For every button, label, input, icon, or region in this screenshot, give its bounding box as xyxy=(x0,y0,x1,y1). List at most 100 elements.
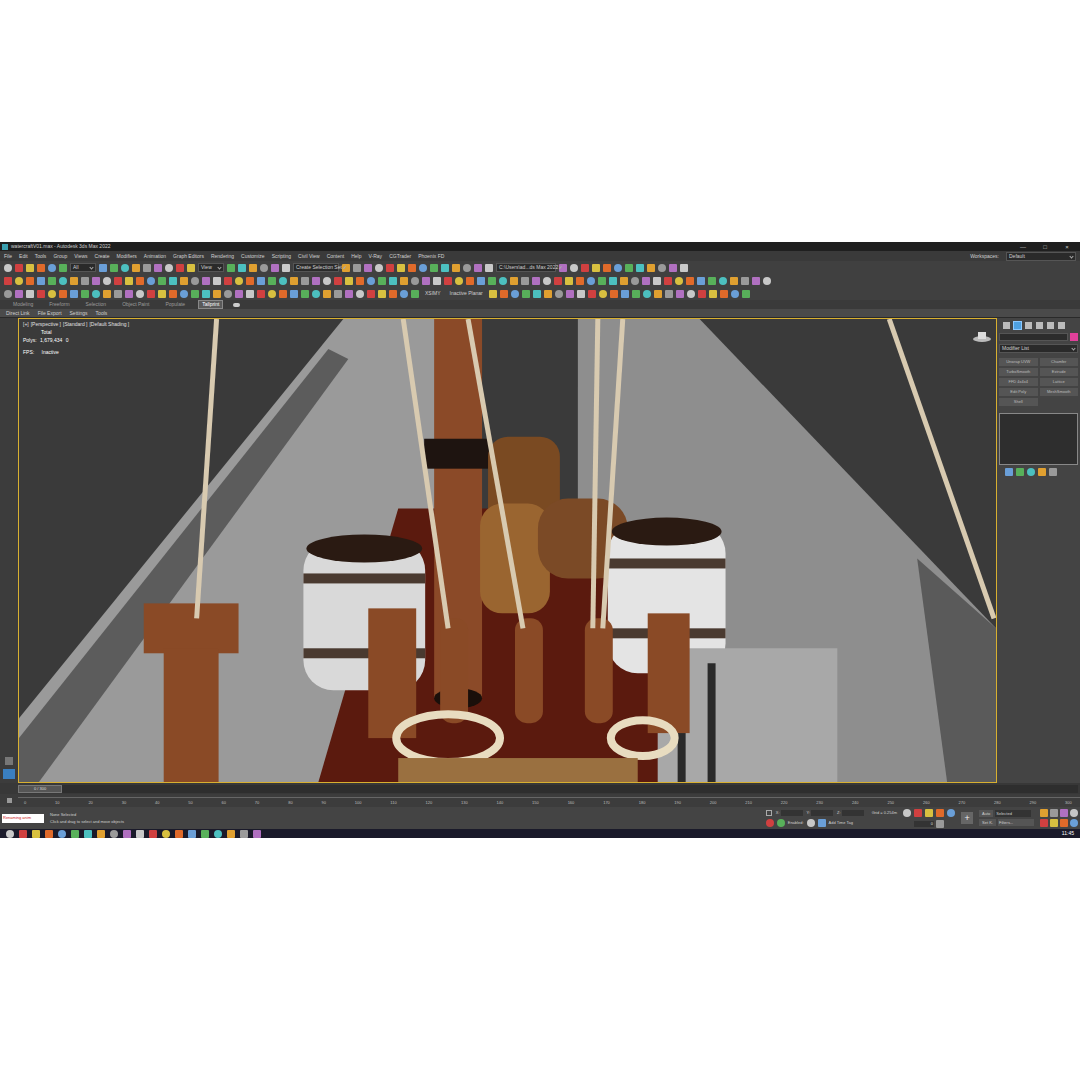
tool-icon[interactable] xyxy=(4,277,12,285)
tool-icon[interactable] xyxy=(577,290,585,298)
tool-icon[interactable] xyxy=(334,290,342,298)
tool-icon[interactable] xyxy=(741,277,749,285)
menu-item[interactable]: V-Ray xyxy=(369,254,383,259)
tool-icon[interactable] xyxy=(48,290,56,298)
tool-icon[interactable] xyxy=(807,819,815,827)
tool-icon[interactable] xyxy=(408,264,416,272)
window-control[interactable]: □ xyxy=(1034,244,1056,250)
modifier-button[interactable]: Shell xyxy=(999,398,1038,406)
tool-icon[interactable] xyxy=(466,277,474,285)
track-bar-icon[interactable] xyxy=(7,798,12,803)
tool-icon[interactable] xyxy=(364,264,372,272)
selection-set[interactable]: Create Selection Set xyxy=(293,263,339,272)
tool-icon[interactable] xyxy=(238,264,246,272)
tool-icon[interactable] xyxy=(312,277,320,285)
tool-icon[interactable] xyxy=(687,290,695,298)
tool-icon[interactable] xyxy=(240,830,248,838)
modifier-button[interactable]: Edit Poly xyxy=(999,388,1038,396)
set-key-button[interactable]: Set K. xyxy=(979,819,996,826)
menu-item[interactable]: Content xyxy=(327,254,345,259)
tool-icon[interactable] xyxy=(500,290,508,298)
tool-icon[interactable] xyxy=(653,277,661,285)
ribbon-item[interactable]: Settings xyxy=(70,311,88,316)
tool-icon[interactable] xyxy=(191,277,199,285)
command-tab-icon[interactable] xyxy=(1058,322,1065,329)
tool-icon[interactable] xyxy=(522,290,530,298)
tool-icon[interactable] xyxy=(4,290,12,298)
tool-icon[interactable] xyxy=(158,277,166,285)
tool-icon[interactable] xyxy=(565,277,573,285)
tool-icon[interactable] xyxy=(544,290,552,298)
tool-icon[interactable] xyxy=(323,290,331,298)
tool-icon[interactable] xyxy=(114,290,122,298)
filters-button[interactable]: Filters... xyxy=(998,819,1034,826)
tool-icon[interactable] xyxy=(15,277,23,285)
tool-icon[interactable] xyxy=(752,277,760,285)
tool-icon[interactable] xyxy=(110,830,118,838)
tool-icon[interactable] xyxy=(246,277,254,285)
tool-icon[interactable] xyxy=(731,290,739,298)
tool-icon[interactable] xyxy=(202,277,210,285)
tool-icon[interactable] xyxy=(136,830,144,838)
tool-icon[interactable] xyxy=(1038,468,1046,476)
tool-icon[interactable] xyxy=(59,264,67,272)
tool-icon[interactable] xyxy=(521,277,529,285)
tool-icon[interactable] xyxy=(389,277,397,285)
tool-icon[interactable] xyxy=(419,264,427,272)
tool-icon[interactable] xyxy=(614,264,622,272)
tool-icon[interactable] xyxy=(235,290,243,298)
tool-icon[interactable] xyxy=(26,277,34,285)
tool-icon[interactable] xyxy=(180,277,188,285)
menu-item[interactable]: Animation xyxy=(144,254,166,259)
tool-icon[interactable] xyxy=(213,290,221,298)
tool-icon[interactable] xyxy=(92,277,100,285)
viewport-label-item[interactable]: [Default Shading ] xyxy=(89,322,129,327)
tool-icon[interactable] xyxy=(603,264,611,272)
tool-icon[interactable] xyxy=(555,290,563,298)
tool-icon[interactable] xyxy=(147,290,155,298)
tool-icon[interactable] xyxy=(397,264,405,272)
tool-icon[interactable] xyxy=(143,264,151,272)
tool-icon[interactable] xyxy=(1016,468,1024,476)
ribbon-item[interactable]: File Export xyxy=(38,311,62,316)
tool-icon[interactable] xyxy=(114,277,122,285)
command-tab-icon[interactable] xyxy=(1025,322,1032,329)
ribbon-toggle-icon[interactable] xyxy=(233,303,240,307)
tool-icon[interactable] xyxy=(84,830,92,838)
menu-item[interactable]: Help xyxy=(351,254,361,259)
frame-field[interactable]: 0 xyxy=(914,821,934,827)
tool-icon[interactable] xyxy=(378,290,386,298)
menu-item[interactable]: Rendering xyxy=(211,254,234,259)
tool-icon[interactable] xyxy=(26,290,34,298)
tool-icon[interactable] xyxy=(367,277,375,285)
tool-icon[interactable] xyxy=(136,277,144,285)
tool-icon[interactable] xyxy=(1005,468,1013,476)
menu-item[interactable]: Group xyxy=(53,254,67,259)
coord-field[interactable] xyxy=(781,810,803,816)
tool-icon[interactable] xyxy=(125,277,133,285)
tool-icon[interactable] xyxy=(58,830,66,838)
tool-icon[interactable] xyxy=(389,290,397,298)
tool-icon[interactable] xyxy=(191,290,199,298)
tool-icon[interactable] xyxy=(576,277,584,285)
tool-icon[interactable] xyxy=(452,264,460,272)
tool-icon[interactable] xyxy=(246,290,254,298)
tool-icon[interactable] xyxy=(356,290,364,298)
tool-icon[interactable] xyxy=(70,277,78,285)
menu-item[interactable]: Edit xyxy=(19,254,28,259)
menu-item[interactable]: Civil View xyxy=(298,254,320,259)
tool-icon[interactable] xyxy=(543,277,551,285)
tool-icon[interactable] xyxy=(37,264,45,272)
tool-icon[interactable] xyxy=(411,290,419,298)
tool-icon[interactable] xyxy=(777,819,785,827)
ribbon-tab[interactable]: Populate xyxy=(162,301,188,308)
tool-icon[interactable] xyxy=(301,277,309,285)
reference-coordinate[interactable]: View xyxy=(198,263,224,272)
auto-key-button[interactable]: Auto xyxy=(979,810,993,817)
tool-icon[interactable] xyxy=(925,809,933,817)
viewport-layout-icon[interactable] xyxy=(5,757,13,765)
tool-icon[interactable] xyxy=(647,264,655,272)
tool-icon[interactable] xyxy=(698,290,706,298)
tool-icon[interactable] xyxy=(375,264,383,272)
tool-icon[interactable] xyxy=(400,277,408,285)
